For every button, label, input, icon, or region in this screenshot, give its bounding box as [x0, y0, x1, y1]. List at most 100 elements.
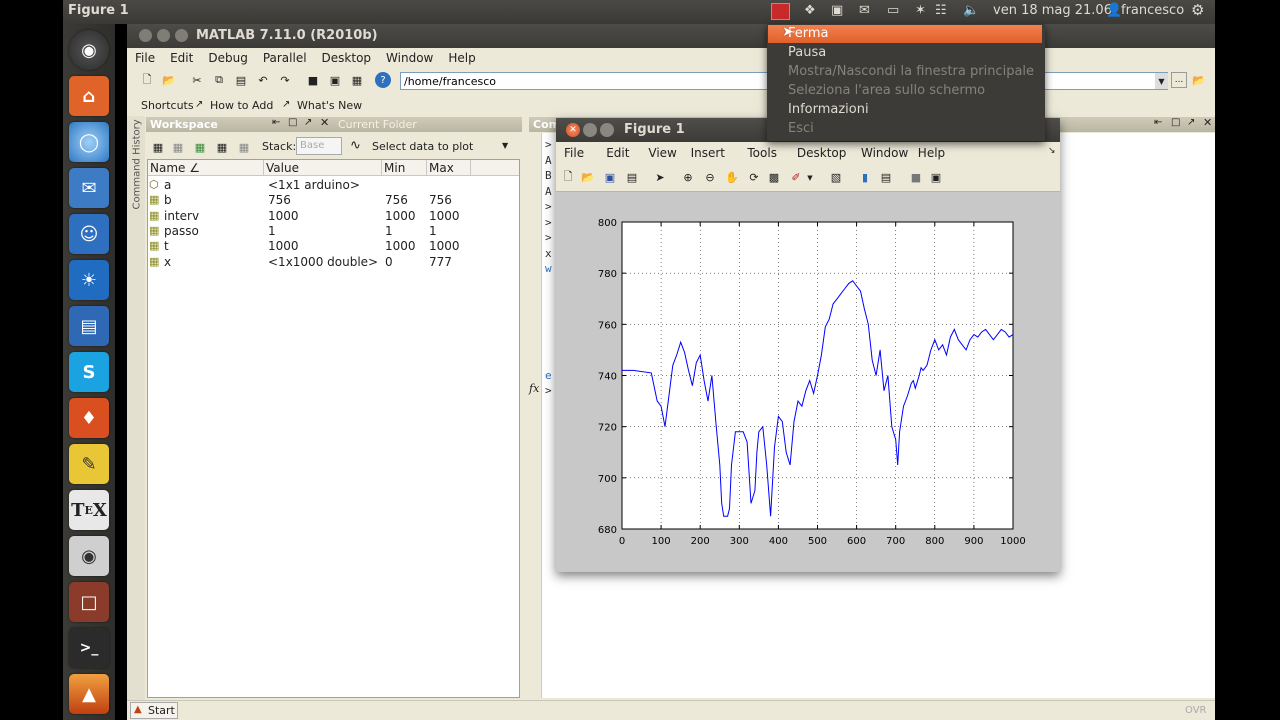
software-center-icon[interactable]: ♦ — [69, 398, 109, 438]
insert-legend-icon[interactable]: ▤ — [878, 169, 894, 185]
menu-item-ferma[interactable]: Ferma — [788, 26, 829, 41]
col-max[interactable]: Max — [429, 161, 454, 175]
close-panel-icon[interactable]: ✕ — [1203, 116, 1212, 129]
empathy-icon[interactable]: ☺ — [69, 214, 109, 254]
col-name[interactable]: Name ∠ — [150, 161, 200, 175]
menu-edit[interactable]: Edit — [170, 51, 193, 65]
dock-figure-icon[interactable]: ↘ — [1048, 146, 1056, 156]
start-button[interactable]: ▲ Start — [130, 702, 178, 719]
figure-menu-edit[interactable]: Edit — [606, 146, 629, 160]
record-indicator-icon[interactable] — [771, 3, 790, 20]
profiler-icon[interactable]: ▦ — [349, 72, 365, 88]
pan-hand-icon[interactable]: ✋ — [724, 169, 740, 185]
table-row[interactable]: ⬡ a <1x1 arduino> — [148, 178, 519, 193]
help-icon[interactable]: ? — [375, 72, 391, 88]
table-row[interactable]: ▦ b 756 756 756 — [148, 193, 519, 208]
maximize-panel-icon[interactable]: □ — [1171, 117, 1180, 128]
how-to-add-link[interactable]: How to Add — [210, 99, 273, 112]
zoom-in-icon[interactable]: ⊕ — [680, 169, 696, 185]
libreoffice-writer-icon[interactable]: ▤ — [69, 306, 109, 346]
figure-menu-desktop[interactable]: Desktop — [797, 146, 847, 160]
menu-item-informazioni[interactable]: Informazioni — [788, 102, 869, 117]
minimize-button[interactable] — [157, 29, 170, 42]
terminal-icon[interactable]: >_ — [69, 628, 109, 668]
tex-editor-icon[interactable]: TEX — [69, 490, 109, 530]
close-button[interactable] — [139, 29, 152, 42]
menu-parallel[interactable]: Parallel — [263, 51, 307, 65]
close-panel-icon[interactable]: ✕ — [320, 116, 329, 129]
bluetooth-icon[interactable]: ✶ — [915, 3, 926, 18]
menu-help[interactable]: Help — [448, 51, 475, 65]
command-history-tab[interactable]: Command History — [127, 116, 145, 720]
simulink-icon[interactable]: ■ — [305, 72, 321, 88]
undo-icon[interactable]: ↶ — [255, 72, 271, 88]
undock-icon[interactable]: ⇤ — [1154, 117, 1162, 128]
select-data-to-plot-button[interactable]: Select data to plot — [372, 140, 473, 153]
shortcuts-label[interactable]: Shortcuts — [141, 99, 194, 112]
volume-icon[interactable]: 🔈 — [963, 3, 979, 18]
table-row[interactable]: ▦ x <1x1000 double> 0 777 — [148, 255, 519, 270]
guide-icon[interactable]: ▣ — [327, 72, 343, 88]
plot-selector-icon[interactable]: ∿ — [350, 138, 361, 153]
brush-icon[interactable]: ✐ — [788, 169, 804, 185]
mail-icon[interactable]: ✉ — [859, 3, 870, 18]
settings-gear-icon[interactable]: ⚙ — [1191, 1, 1204, 19]
plot-area[interactable]: 0 100 200 300 400 500 600 700 800 900 1000 680 700 72… — [556, 193, 1060, 572]
rotate-3d-icon[interactable]: ⟳ — [746, 169, 762, 185]
minimize-button[interactable] — [583, 123, 597, 137]
dropbox-icon[interactable]: ❖ — [804, 3, 816, 18]
battery-icon[interactable]: ▭ — [887, 3, 899, 18]
ubuntu-home-icon[interactable]: ◉ — [69, 30, 109, 70]
window-icon[interactable]: ▣ — [831, 3, 843, 18]
paste-icon[interactable]: ▤ — [233, 72, 249, 88]
figure-menu-window[interactable]: Window — [861, 146, 908, 160]
cut-icon[interactable]: ✂ — [189, 72, 205, 88]
redo-icon[interactable]: ↷ — [277, 72, 293, 88]
print-figure-icon[interactable]: ▤ — [624, 169, 640, 185]
figure-menu-help[interactable]: Help — [918, 146, 945, 160]
fx-icon[interactable]: fx — [529, 382, 539, 395]
zoom-out-icon[interactable]: ⊖ — [702, 169, 718, 185]
whats-new-link[interactable]: What's New — [297, 99, 362, 112]
save-figure-icon[interactable]: ▣ — [602, 169, 618, 185]
wifi-icon[interactable]: ☷ — [935, 3, 947, 18]
close-button[interactable]: ✕ — [566, 123, 580, 137]
new-file-icon[interactable]: 🗋 — [139, 72, 155, 88]
stack-select[interactable]: Base — [296, 137, 342, 155]
browse-button[interactable]: ... — [1171, 72, 1187, 88]
data-cursor-icon[interactable]: ▩ — [766, 169, 782, 185]
figure-menu-view[interactable]: View — [648, 146, 676, 160]
link-plot-icon[interactable]: ▧ — [828, 169, 844, 185]
copy-icon[interactable]: ⧉ — [211, 72, 227, 88]
path-dropdown-icon[interactable]: ▼ — [1155, 73, 1168, 89]
library-icon[interactable]: □ — [69, 582, 109, 622]
show-plot-tools-icon[interactable]: ▣ — [928, 169, 944, 185]
matlab-icon[interactable]: ▲ — [69, 674, 109, 714]
menu-desktop[interactable]: Desktop — [322, 51, 372, 65]
edit-plot-arrow-icon[interactable]: ➤ — [652, 169, 668, 185]
maximize-button[interactable] — [600, 123, 614, 137]
insert-colorbar-icon[interactable]: ▮ — [857, 169, 873, 185]
col-value[interactable]: Value — [266, 161, 299, 175]
current-folder-tab[interactable]: Current Folder — [338, 118, 417, 131]
go-up-folder-icon[interactable]: 📂 — [1191, 72, 1207, 88]
figure-menu-tools[interactable]: Tools — [747, 146, 777, 160]
delete-icon[interactable]: ▦ — [236, 139, 252, 155]
dock-icon[interactable]: ↗ — [304, 117, 312, 128]
menu-item-pausa[interactable]: Pausa — [788, 45, 826, 60]
figure-menu-file[interactable]: File — [564, 146, 584, 160]
print-icon[interactable]: ▦ — [214, 139, 230, 155]
home-folder-icon[interactable]: ⌂ — [69, 76, 109, 116]
user-name[interactable]: francesco — [1121, 3, 1184, 18]
menu-window[interactable]: Window — [386, 51, 433, 65]
table-row[interactable]: ▦ t 1000 1000 1000 — [148, 239, 519, 254]
open-folder-icon[interactable]: 📂 — [161, 72, 177, 88]
maximize-panel-icon[interactable]: □ — [288, 117, 297, 128]
table-row[interactable]: ▦ interv 1000 1000 1000 — [148, 209, 519, 224]
save-workspace-icon[interactable]: ▦ — [192, 139, 208, 155]
menu-debug[interactable]: Debug — [208, 51, 247, 65]
new-figure-icon[interactable]: 🗋 — [560, 169, 576, 185]
maximize-button[interactable] — [175, 29, 188, 42]
hide-plot-tools-icon[interactable]: ■ — [908, 169, 924, 185]
open-file-icon[interactable]: 📂 — [580, 169, 596, 185]
